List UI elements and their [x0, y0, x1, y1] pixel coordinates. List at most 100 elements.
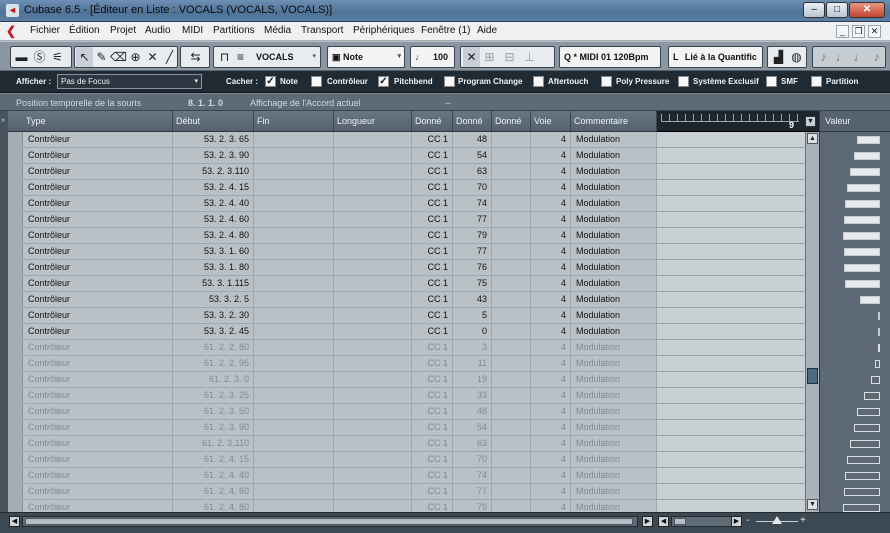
cell-empty[interactable]	[492, 148, 531, 164]
insert-icon[interactable]: ⊥	[521, 47, 538, 67]
cell-empty[interactable]	[492, 468, 531, 484]
cell-empty[interactable]	[334, 404, 412, 420]
cell-comment[interactable]: Modulation	[571, 388, 657, 404]
cell-channel[interactable]: 4	[531, 420, 571, 436]
cell-empty[interactable]	[492, 292, 531, 308]
cell-empty[interactable]	[492, 196, 531, 212]
lane-row[interactable]	[657, 468, 805, 484]
cell-empty[interactable]	[334, 484, 412, 500]
column-header[interactable]: Donné	[492, 111, 531, 131]
minimize-button[interactable]: –	[803, 2, 825, 18]
cell-d1[interactable]: CC 1	[412, 260, 453, 276]
lane-row[interactable]	[657, 404, 805, 420]
list-view-icon[interactable]: ▬	[13, 47, 30, 67]
cell-empty[interactable]	[334, 196, 412, 212]
cell-comment[interactable]: Modulation	[571, 212, 657, 228]
cell-comment[interactable]: Modulation	[571, 468, 657, 484]
cell-start[interactable]: 61. 2. 4. 15	[173, 452, 254, 468]
cell-empty[interactable]	[254, 196, 334, 212]
lane-row[interactable]	[657, 308, 805, 324]
cell-d2[interactable]: 43	[453, 292, 492, 308]
cell-type[interactable]: Contrôleur	[23, 212, 173, 228]
value-bar[interactable]	[878, 328, 880, 336]
cell-empty[interactable]	[334, 244, 412, 260]
cell-d1[interactable]: CC 1	[412, 212, 453, 228]
menu-projet[interactable]: Projet	[110, 25, 136, 36]
cell-empty[interactable]	[254, 468, 334, 484]
cell-empty[interactable]	[492, 452, 531, 468]
value-bar[interactable]	[878, 312, 880, 320]
table-row[interactable]: Contrôleur 61. 2. 3. 0 CC 1 19 4 Modulation	[23, 372, 657, 388]
table-row[interactable]: Contrôleur 61. 2. 3. 25 CC 1 33 4 Modulation	[23, 388, 657, 404]
cell-empty[interactable]	[492, 484, 531, 500]
arrow-tool-icon[interactable]: ↖	[76, 47, 93, 67]
cell-d2[interactable]: 74	[453, 468, 492, 484]
cell-start[interactable]: 61. 2. 2. 80	[173, 340, 254, 356]
cell-d2[interactable]: 79	[453, 228, 492, 244]
cell-comment[interactable]: Modulation	[571, 356, 657, 372]
table-row[interactable]: Contrôleur 53. 3. 1.115 CC 1 75 4 Modulation	[23, 276, 657, 292]
cell-channel[interactable]: 4	[531, 500, 571, 512]
lane-hscroll-thumb[interactable]	[674, 518, 686, 525]
cell-channel[interactable]: 4	[531, 212, 571, 228]
scroll-right-icon[interactable]: ▶	[731, 516, 742, 527]
lane-row[interactable]	[657, 212, 805, 228]
cell-d2[interactable]: 63	[453, 436, 492, 452]
scroll-left-icon[interactable]: ◀	[658, 516, 669, 527]
ruler-dropdown-button[interactable]: ▼	[805, 116, 816, 127]
cell-start[interactable]: 61. 2. 3. 90	[173, 420, 254, 436]
cell-empty[interactable]	[492, 420, 531, 436]
cell-empty[interactable]	[334, 372, 412, 388]
cell-empty[interactable]	[334, 388, 412, 404]
cell-empty[interactable]	[254, 500, 334, 512]
cell-start[interactable]: 53. 2. 4. 80	[173, 228, 254, 244]
cell-d1[interactable]: CC 1	[412, 436, 453, 452]
cell-empty[interactable]	[254, 372, 334, 388]
event-display-lane[interactable]	[657, 132, 805, 512]
cell-channel[interactable]: 4	[531, 324, 571, 340]
table-row[interactable]: Contrôleur 53. 2. 4. 40 CC 1 74 4 Modulation	[23, 196, 657, 212]
value-bar[interactable]	[857, 136, 880, 144]
lane-row[interactable]	[657, 196, 805, 212]
cell-empty[interactable]	[254, 388, 334, 404]
cell-type[interactable]: Contrôleur	[23, 404, 173, 420]
note-length-icon[interactable]: ♪	[868, 47, 885, 67]
filter-checkbox[interactable]	[311, 76, 322, 87]
note-length-icon[interactable]: ♪	[815, 47, 832, 67]
cell-start[interactable]: 53. 2. 3.110	[173, 164, 254, 180]
cell-type[interactable]: Contrôleur	[23, 244, 173, 260]
cell-type[interactable]: Contrôleur	[23, 308, 173, 324]
value-bar[interactable]	[844, 488, 880, 496]
cell-d2[interactable]: 76	[453, 260, 492, 276]
value-bar[interactable]	[850, 440, 880, 448]
value-bar[interactable]	[843, 504, 880, 512]
cell-start[interactable]: 53. 2. 3. 65	[173, 132, 254, 148]
velocity-select[interactable]: ♩ 100	[410, 46, 455, 68]
cell-comment[interactable]: Modulation	[571, 292, 657, 308]
maximize-button[interactable]: □	[826, 2, 848, 18]
filter-checkbox[interactable]	[766, 76, 777, 87]
value-bar[interactable]	[854, 424, 880, 432]
cell-empty[interactable]	[492, 404, 531, 420]
cell-empty[interactable]	[254, 484, 334, 500]
lane-row[interactable]	[657, 260, 805, 276]
cell-type[interactable]: Contrôleur	[23, 436, 173, 452]
column-header[interactable]: Type	[23, 111, 173, 131]
cell-d2[interactable]: 77	[453, 244, 492, 260]
value-bar[interactable]	[854, 152, 880, 160]
cell-d2[interactable]: 48	[453, 132, 492, 148]
value-panel[interactable]	[819, 132, 890, 512]
table-row[interactable]: Contrôleur 53. 3. 1. 80 CC 1 76 4 Modulation	[23, 260, 657, 276]
timeline-ruler[interactable]: 9 ▼	[657, 111, 819, 132]
cell-start[interactable]: 53. 2. 4. 60	[173, 212, 254, 228]
cell-empty[interactable]	[492, 372, 531, 388]
cell-d2[interactable]: 70	[453, 452, 492, 468]
list-hscroll-track[interactable]	[22, 516, 638, 527]
cell-d1[interactable]: CC 1	[412, 388, 453, 404]
cell-empty[interactable]	[254, 436, 334, 452]
solo-icon[interactable]: Ⓢ	[31, 47, 48, 67]
cell-comment[interactable]: Modulation	[571, 196, 657, 212]
scroll-left-icon[interactable]: ◀	[9, 516, 20, 527]
cell-channel[interactable]: 4	[531, 132, 571, 148]
cell-channel[interactable]: 4	[531, 484, 571, 500]
